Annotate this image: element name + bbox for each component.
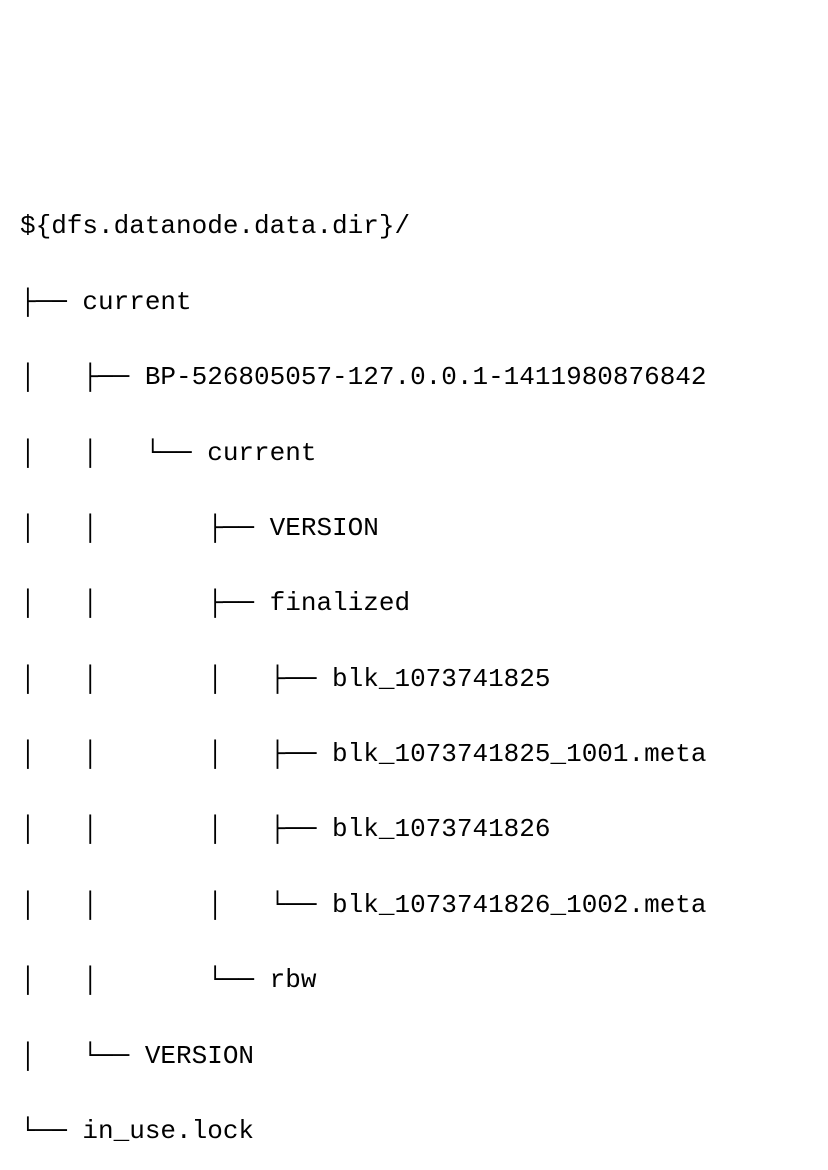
tree-line: │ │ │ ├── blk_1073741825_1001.meta: [20, 736, 808, 774]
tree-line: │ │ ├── finalized: [20, 585, 808, 623]
tree-line: │ │ │ ├── blk_1073741826: [20, 811, 808, 849]
tree-line: │ │ ├── VERSION: [20, 510, 808, 548]
tree-line: └── in_use.lock: [20, 1113, 808, 1151]
tree-line: │ │ └── current: [20, 435, 808, 473]
tree-line: │ │ └── rbw: [20, 962, 808, 1000]
tree-line: │ ├── BP-526805057-127.0.0.1-14119808768…: [20, 359, 808, 397]
tree-line: │ │ │ ├── blk_1073741825: [20, 661, 808, 699]
tree-line: │ │ │ └── blk_1073741826_1002.meta: [20, 887, 808, 925]
tree-line: │ └── VERSION: [20, 1038, 808, 1076]
directory-tree: ${dfs.datanode.data.dir}/ ├── current │ …: [20, 171, 808, 1170]
tree-root: ${dfs.datanode.data.dir}/: [20, 208, 808, 246]
tree-line: ├── current: [20, 284, 808, 322]
